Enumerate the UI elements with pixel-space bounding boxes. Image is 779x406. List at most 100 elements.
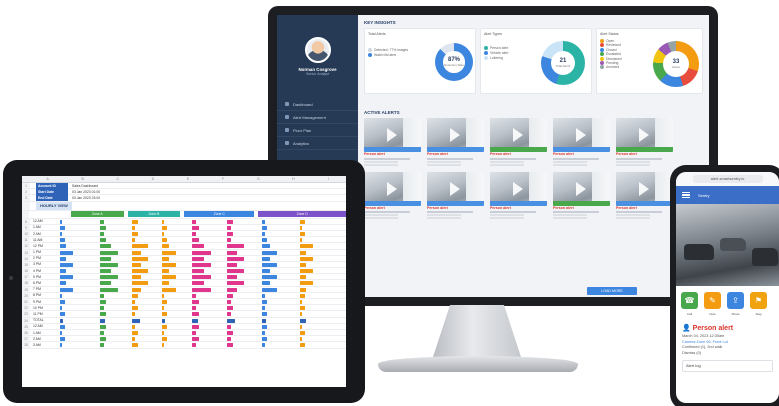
camera-thumbnail[interactable] [427, 118, 484, 152]
column-header[interactable]: H [276, 176, 311, 182]
play-icon[interactable] [639, 128, 649, 142]
data-bar [300, 312, 302, 317]
data-bar [262, 293, 265, 298]
camera-thumbnail[interactable] [427, 171, 484, 206]
alert-card[interactable]: Person alert [427, 171, 484, 220]
alert-card[interactable]: Person alert [553, 171, 610, 220]
caption-line [553, 214, 588, 217]
data-bar [192, 293, 196, 298]
flag-button[interactable]: ⚑ [750, 292, 767, 309]
kpi-card-types[interactable]: Alert Types Person alert Vehicle alert L… [480, 28, 592, 94]
camera-thumbnail[interactable] [616, 171, 673, 206]
data-bar [132, 231, 138, 236]
share-button[interactable]: ⇪ [727, 292, 744, 309]
play-icon[interactable] [576, 128, 586, 142]
alert-log-field[interactable]: Alert log [682, 360, 773, 372]
data-bar [262, 244, 270, 249]
data-bar [132, 250, 141, 255]
section-title: KEY INSIGHTS [364, 20, 396, 25]
sidebar-item-analytics[interactable]: Analytics [277, 137, 358, 150]
data-bar [100, 300, 106, 304]
kpi-card-total[interactable]: Total Alerts Detected: 77% images Watch … [364, 28, 476, 94]
play-icon[interactable] [387, 181, 397, 196]
data-bar [162, 293, 164, 298]
data-bar [227, 343, 233, 348]
sidebar-item-dashboard[interactable]: Dashboard [277, 98, 358, 111]
menu-icon[interactable] [682, 192, 690, 198]
data-bar [300, 250, 306, 255]
alert-detail: Dismiss (0) [682, 350, 701, 355]
play-icon[interactable] [576, 181, 586, 196]
alert-label: Person alert [616, 152, 637, 156]
data-bar [162, 231, 164, 236]
data-bar [300, 293, 305, 298]
play-icon[interactable] [513, 181, 523, 196]
sheet-title: HOURLY VIEW [36, 201, 72, 210]
column-header[interactable]: I [311, 176, 346, 182]
column-header[interactable]: C [100, 176, 135, 182]
play-icon[interactable] [450, 181, 460, 196]
status-tag [616, 147, 673, 152]
data-bar [60, 306, 62, 311]
camera-thumbnail[interactable] [616, 118, 673, 152]
data-bar [227, 318, 235, 323]
data-bar [100, 293, 104, 298]
play-icon[interactable] [639, 181, 649, 196]
data-bar [227, 256, 244, 261]
data-bar [227, 287, 237, 292]
legend-label: Person alert [490, 46, 509, 50]
status-tag [616, 200, 673, 206]
url-bar[interactable]: alert.smartsentry.io [692, 175, 763, 183]
row-label: 1 AM [33, 225, 41, 230]
alert-card[interactable]: Person alert [364, 171, 421, 220]
phone-screen: alert.smartsentry.io Sentry ☎ ✎ ⇪ ⚑ Call… [676, 172, 779, 403]
app-logo: Sentry [698, 192, 710, 198]
camera-thumbnail[interactable] [490, 118, 547, 152]
alert-card[interactable]: Person alert [490, 171, 547, 220]
alert-card[interactable]: Person alert [490, 118, 547, 166]
sidebar-item-floor-plan[interactable]: Floor Plan [277, 124, 358, 137]
info-value: 03 Jan 2023 01:00 [72, 189, 101, 194]
column-header[interactable]: G [241, 176, 276, 182]
data-bar [132, 281, 148, 286]
data-bar [132, 225, 135, 230]
alert-card[interactable]: Person alert [616, 118, 673, 166]
column-header[interactable]: E [170, 176, 205, 182]
load-more-button[interactable]: LOAD MORE [587, 287, 637, 295]
info-rows: 1 Account ID Sales Dashboard 2 Start Date 03 … [22, 182, 346, 202]
column-header[interactable]: B [65, 176, 100, 182]
play-icon[interactable] [513, 128, 523, 142]
camera-thumbnail[interactable] [364, 118, 421, 152]
action-buttons: ☎ ✎ ⇪ ⚑ [676, 286, 779, 312]
caption-line [553, 217, 588, 220]
info-key: Account ID [36, 182, 68, 189]
alert-card[interactable]: Person alert [427, 118, 484, 166]
camera-thumbnail[interactable] [364, 171, 421, 206]
row-number: 15 [22, 261, 30, 268]
user-role: Senior Analyst [306, 72, 329, 76]
browser-bar: alert.smartsentry.io [676, 172, 779, 186]
alert-card[interactable]: Person alert [616, 171, 673, 220]
alert-caption: Person alert [427, 206, 484, 220]
column-header[interactable]: A [30, 176, 65, 182]
camera-thumbnail[interactable] [553, 171, 610, 206]
note-button[interactable]: ✎ [704, 292, 721, 309]
call-button[interactable]: ☎ [681, 292, 698, 309]
play-icon[interactable] [387, 128, 397, 142]
table-row[interactable]: 28 3 AM [22, 342, 346, 349]
avatar[interactable] [304, 37, 331, 63]
donut-label: Active [671, 65, 681, 69]
column-header[interactable]: D [135, 176, 170, 182]
camera-feed[interactable] [676, 204, 779, 286]
play-icon[interactable] [450, 128, 460, 142]
camera-thumbnail[interactable] [490, 171, 547, 206]
column-header[interactable]: F [206, 176, 241, 182]
detection-donut: 87% Detection Rate [435, 43, 473, 81]
kpi-card-status[interactable]: Alert Status Open Reviewed Closed Escala… [596, 28, 703, 94]
alert-card[interactable]: Person alert [553, 118, 610, 166]
alert-card[interactable]: Person alert [364, 118, 421, 166]
sidebar-item-alert-management[interactable]: Alert Management [277, 111, 358, 124]
row-number: 21 [22, 299, 30, 305]
camera-thumbnail[interactable] [553, 118, 610, 152]
app-navbar: Sentry [676, 186, 779, 204]
